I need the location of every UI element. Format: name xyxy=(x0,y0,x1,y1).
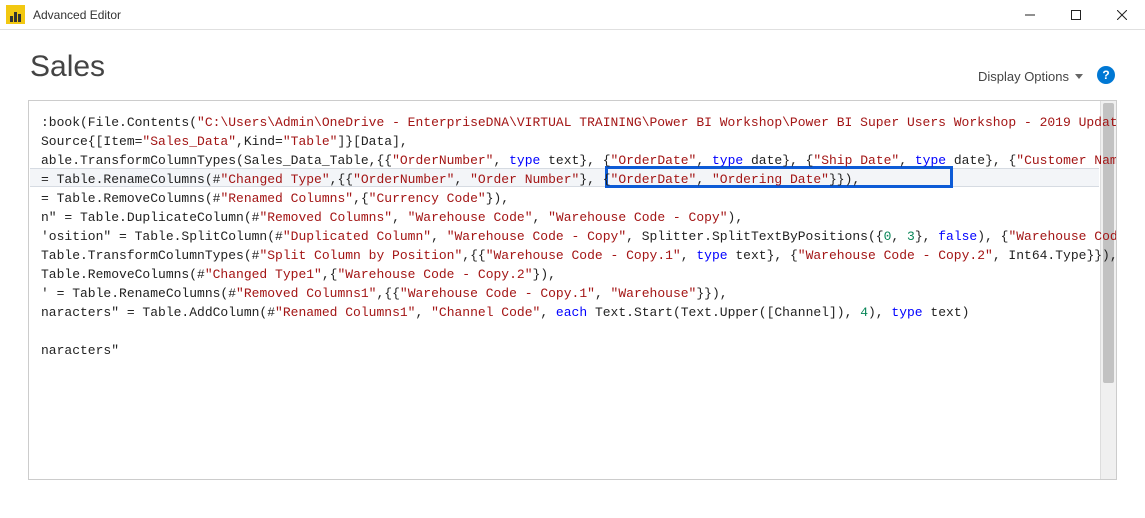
query-name: Sales xyxy=(30,50,978,84)
close-button[interactable] xyxy=(1099,0,1145,30)
display-options-dropdown[interactable]: Display Options xyxy=(978,69,1083,84)
app-icon xyxy=(6,5,25,24)
header-row: Sales Display Options ? xyxy=(0,30,1145,94)
maximize-button[interactable] xyxy=(1053,0,1099,30)
window-titlebar: Advanced Editor xyxy=(0,0,1145,30)
chevron-down-icon xyxy=(1075,74,1083,79)
window-title: Advanced Editor xyxy=(33,8,121,22)
display-options-label: Display Options xyxy=(978,69,1069,84)
help-icon[interactable]: ? xyxy=(1097,66,1115,84)
code-editor[interactable]: :book(File.Contents("C:\Users\Admin\OneD… xyxy=(29,101,1116,372)
minimize-button[interactable] xyxy=(1007,0,1053,30)
code-editor-container: :book(File.Contents("C:\Users\Admin\OneD… xyxy=(28,100,1117,480)
